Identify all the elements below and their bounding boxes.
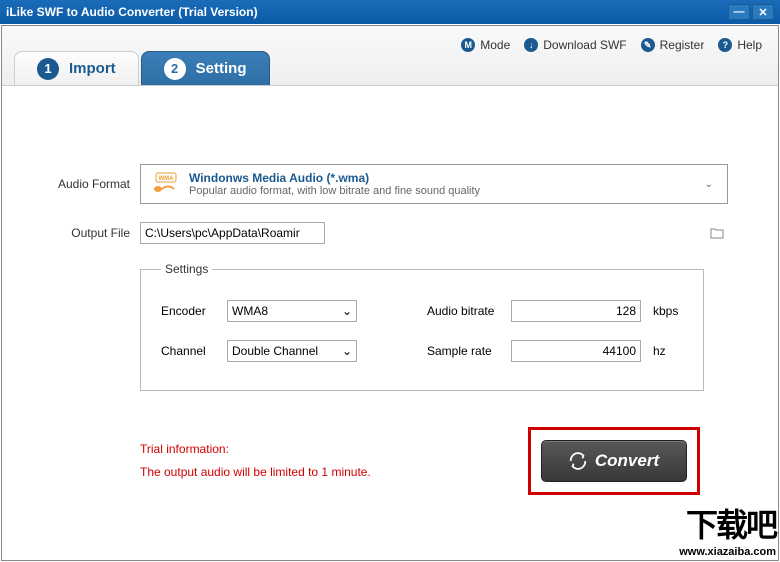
- tab-setting-number: 2: [164, 58, 186, 80]
- channel-select[interactable]: Double Channel ⌄: [227, 340, 357, 362]
- format-title: Windonws Media Audio (*.wma): [189, 171, 699, 185]
- channel-label: Channel: [161, 344, 215, 358]
- chevron-down-icon: ⌄: [342, 344, 352, 358]
- samplerate-input[interactable]: [511, 340, 641, 362]
- mode-button[interactable]: M Mode: [461, 38, 510, 52]
- bitrate-input[interactable]: [511, 300, 641, 322]
- chevron-down-icon: ⌄: [699, 179, 719, 190]
- tab-import-number: 1: [37, 58, 59, 80]
- tab-setting[interactable]: 2 Setting: [141, 51, 270, 85]
- wma-icon: WMA: [149, 170, 179, 198]
- mode-icon: M: [461, 38, 475, 52]
- tab-import[interactable]: 1 Import: [14, 51, 139, 85]
- channel-value: Double Channel: [232, 344, 318, 358]
- audio-format-row: Audio Format WMA Windonws Media Audio (*…: [52, 164, 728, 204]
- help-button[interactable]: ? Help: [718, 38, 762, 52]
- output-file-row: Output File: [52, 222, 728, 244]
- output-file-input[interactable]: [140, 222, 325, 244]
- close-button[interactable]: ✕: [752, 4, 774, 20]
- help-icon: ?: [718, 38, 732, 52]
- audio-format-label: Audio Format: [52, 177, 140, 191]
- minimize-button[interactable]: —: [728, 4, 750, 20]
- folder-icon: [710, 227, 724, 239]
- register-label: Register: [660, 38, 705, 52]
- encoder-label: Encoder: [161, 304, 215, 318]
- content-area: Audio Format WMA Windonws Media Audio (*…: [2, 86, 778, 495]
- format-description: Popular audio format, with low bitrate a…: [189, 185, 699, 197]
- main-pane: 1 Import 2 Setting M Mode ↓ Download SWF…: [1, 25, 779, 561]
- convert-icon: [569, 452, 587, 470]
- output-file-label: Output File: [52, 226, 140, 240]
- svg-text:WMA: WMA: [159, 176, 175, 182]
- settings-group: Settings Encoder WMA8 ⌄ Audio bitrate kb…: [140, 262, 704, 391]
- encoder-value: WMA8: [232, 304, 268, 318]
- toolbar: M Mode ↓ Download SWF ✎ Register ? Help: [461, 38, 762, 52]
- output-file-wrap: [140, 222, 728, 244]
- register-button[interactable]: ✎ Register: [641, 38, 705, 52]
- bitrate-label: Audio bitrate: [427, 304, 499, 318]
- download-swf-button[interactable]: ↓ Download SWF: [524, 38, 626, 52]
- help-label: Help: [737, 38, 762, 52]
- samplerate-label: Sample rate: [427, 344, 499, 358]
- trial-line1: Trial information:: [140, 438, 528, 461]
- convert-highlight: Convert: [528, 427, 700, 495]
- title-bar: iLike SWF to Audio Converter (Trial Vers…: [0, 0, 780, 24]
- register-icon: ✎: [641, 38, 655, 52]
- channel-row: Channel Double Channel ⌄ Sample rate hz: [161, 340, 683, 362]
- download-swf-label: Download SWF: [543, 38, 626, 52]
- header-area: 1 Import 2 Setting M Mode ↓ Download SWF…: [2, 26, 778, 86]
- format-text: Windonws Media Audio (*.wma) Popular aud…: [189, 171, 699, 197]
- mode-label: Mode: [480, 38, 510, 52]
- bottom-area: Trial information: The output audio will…: [140, 427, 700, 495]
- trial-line2: The output audio will be limited to 1 mi…: [140, 461, 528, 484]
- settings-legend: Settings: [161, 262, 212, 276]
- samplerate-unit: hz: [653, 344, 683, 358]
- window-controls: — ✕: [728, 4, 774, 20]
- trial-information: Trial information: The output audio will…: [140, 438, 528, 484]
- browse-folder-button[interactable]: [709, 225, 725, 241]
- window-title: iLike SWF to Audio Converter (Trial Vers…: [6, 5, 728, 19]
- audio-format-select[interactable]: WMA Windonws Media Audio (*.wma) Popular…: [140, 164, 728, 204]
- encoder-select[interactable]: WMA8 ⌄: [227, 300, 357, 322]
- bitrate-unit: kbps: [653, 304, 683, 318]
- tab-import-label: Import: [69, 60, 116, 77]
- convert-label: Convert: [595, 451, 659, 471]
- chevron-down-icon: ⌄: [342, 304, 352, 318]
- tab-setting-label: Setting: [196, 60, 247, 77]
- convert-button[interactable]: Convert: [541, 440, 687, 482]
- encoder-row: Encoder WMA8 ⌄ Audio bitrate kbps: [161, 300, 683, 322]
- download-icon: ↓: [524, 38, 538, 52]
